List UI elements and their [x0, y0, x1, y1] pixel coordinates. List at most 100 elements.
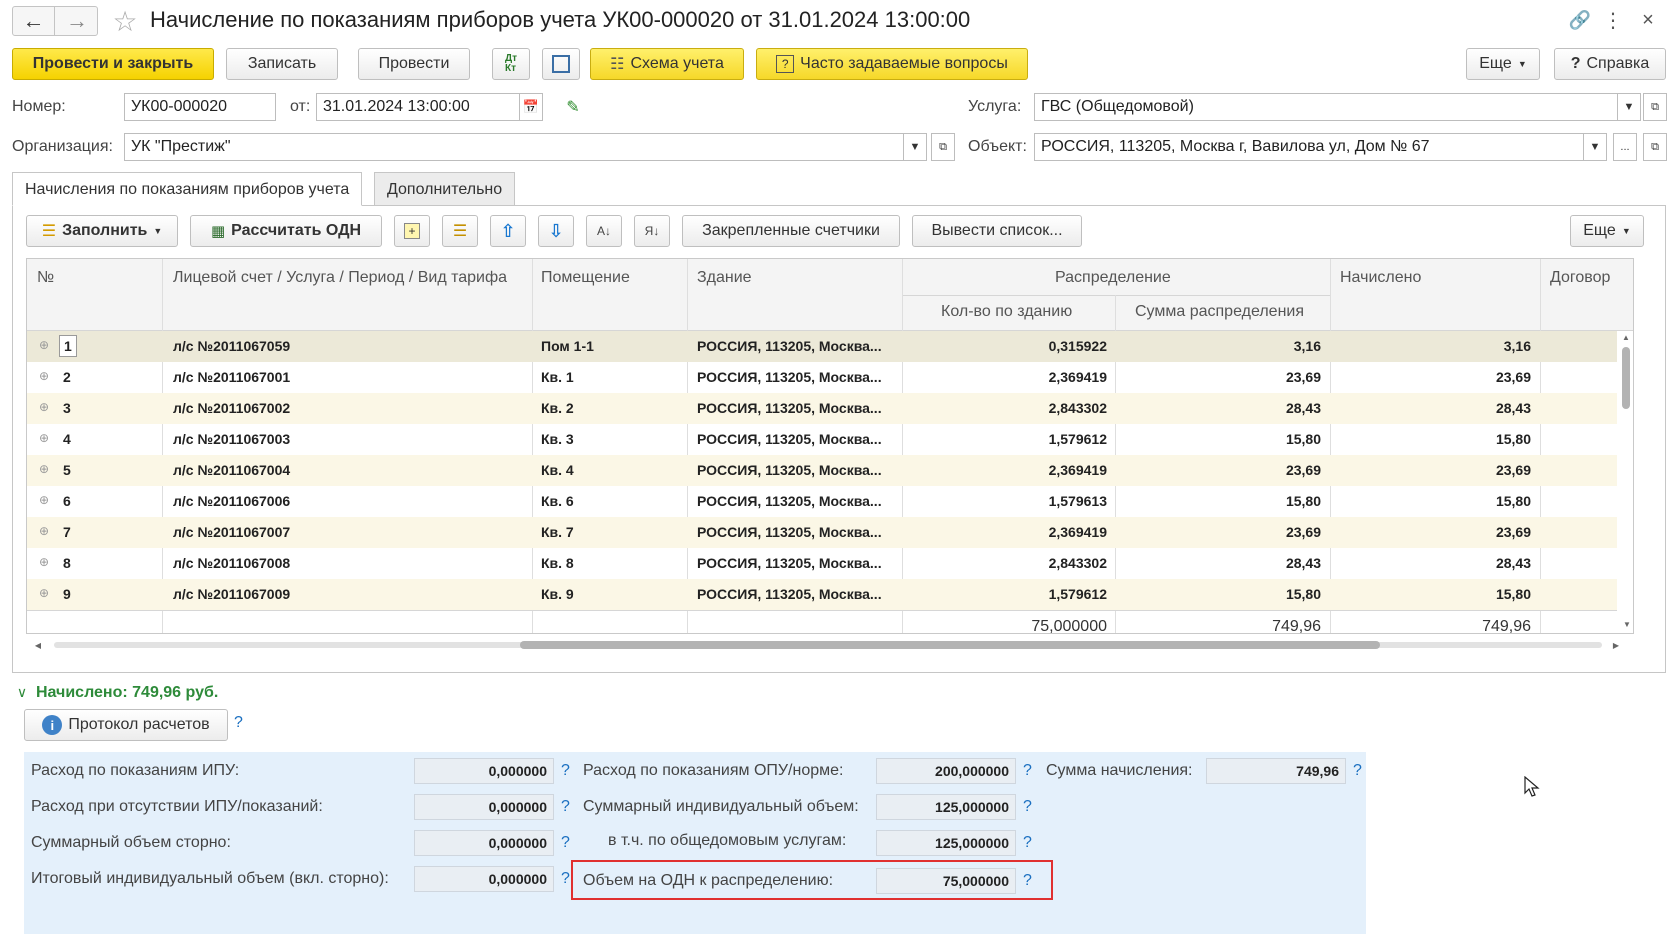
service-open-icon[interactable]: ⧉ — [1643, 93, 1667, 121]
scroll-down-icon[interactable]: ▼ — [1620, 618, 1634, 630]
calendar-icon[interactable]: 📅 — [519, 93, 543, 121]
expand-icon[interactable]: ⊕ — [39, 369, 49, 383]
ipu-help-icon[interactable]: ? — [561, 762, 570, 780]
add-row-button[interactable]: + — [394, 215, 430, 247]
tab-charges[interactable]: Начисления по показаниям приборов учета — [12, 172, 363, 206]
scroll-up-icon[interactable]: ▲ — [1619, 331, 1633, 343]
menu-dots-icon[interactable]: ⋮ — [1603, 8, 1623, 32]
vertical-scrollbar[interactable]: ▲ — [1619, 331, 1633, 611]
table-row[interactable]: ⊕ 1 л/с №2011067059 Пом 1-1 РОССИЯ, 113205, … — [27, 331, 1617, 362]
sort-asc-button[interactable]: А↓ — [586, 215, 622, 247]
sort-desc-button[interactable]: Я↓ — [634, 215, 670, 247]
move-down-button[interactable]: ⇩ — [538, 215, 574, 247]
charged-summary[interactable]: Начислено: 749,96 руб. — [36, 684, 218, 702]
structure-button[interactable] — [542, 48, 580, 80]
sum-ind-help-icon[interactable]: ? — [1023, 798, 1032, 816]
odn-help-icon[interactable]: ? — [1023, 872, 1032, 890]
table-row[interactable]: ⊕ 2 л/с №2011067001 Кв. 1 РОССИЯ, 113205, Мо… — [27, 362, 1617, 393]
expand-icon[interactable]: ⊕ — [39, 462, 49, 476]
post-label: Провести — [378, 55, 450, 72]
opu-help-icon[interactable]: ? — [1023, 762, 1032, 780]
col-qty[interactable]: Кол-во по зданию — [941, 303, 1072, 321]
forward-arrow-icon[interactable]: → — [56, 7, 98, 35]
sum-cell: 28,43 — [1285, 555, 1321, 571]
back-arrow-icon[interactable]: ← — [13, 7, 55, 35]
object-dropdown-icon[interactable]: ▼ — [1583, 133, 1607, 161]
table-row[interactable]: ⊕ 5 л/с №2011067004 Кв. 4 РОССИЯ, 113205, Мо… — [27, 455, 1617, 486]
check-edit-icon[interactable]: ✎ — [562, 96, 584, 118]
number-field[interactable]: УК00-000020 — [124, 93, 276, 121]
total-ind-help-icon[interactable]: ? — [561, 870, 570, 888]
col-building[interactable]: Здание — [697, 269, 752, 287]
table-row[interactable]: ⊕ 7 л/с №2011067007 Кв. 7 РОССИЯ, 113205, Мо… — [27, 517, 1617, 548]
expand-icon[interactable]: ⊕ — [39, 431, 49, 445]
pinned-meters-button[interactable]: Закрепленные счетчики — [682, 215, 900, 247]
collapse-chevron-icon[interactable]: ∨ — [14, 684, 30, 700]
expand-icon[interactable]: ⊕ — [39, 524, 49, 538]
scroll-thumb-vertical[interactable] — [1622, 347, 1630, 409]
expand-icon[interactable]: ⊕ — [39, 555, 49, 569]
date-field[interactable]: 31.01.2024 13:00:00 — [316, 93, 520, 121]
expand-icon[interactable]: ⊕ — [39, 493, 49, 507]
col-room[interactable]: Помещение — [541, 269, 630, 287]
output-list-button[interactable]: Вывести список... — [912, 215, 1082, 247]
no-ipu-help-icon[interactable]: ? — [561, 798, 570, 816]
expand-icon[interactable]: ⊕ — [39, 586, 49, 600]
org-open-icon[interactable]: ⧉ — [931, 133, 955, 161]
charge-sum-help-icon[interactable]: ? — [1353, 762, 1362, 780]
row-number: 6 — [63, 493, 71, 509]
close-icon[interactable]: × — [1636, 8, 1660, 32]
table-row[interactable]: ⊕ 3 л/с №2011067002 Кв. 2 РОССИЯ, 113205, Мо… — [27, 393, 1617, 424]
building-cell: РОССИЯ, 113205, Москва... — [697, 369, 882, 385]
favorite-star-icon[interactable]: ☆ — [110, 6, 140, 37]
table-row[interactable]: ⊕ 9 л/с №2011067009 Кв. 9 РОССИЯ, 113205, Мо… — [27, 579, 1617, 610]
object-select-icon[interactable]: ... — [1613, 133, 1637, 161]
more-button[interactable]: Еще ▼ — [1466, 48, 1540, 80]
sum-cell: 23,69 — [1285, 462, 1321, 478]
scroll-thumb-horizontal[interactable] — [520, 641, 1380, 649]
expand-icon[interactable]: ⊕ — [39, 338, 49, 352]
col-sum[interactable]: Сумма распределения — [1135, 303, 1304, 321]
expand-icon[interactable]: ⊕ — [39, 400, 49, 414]
scroll-right-icon[interactable]: ▶ — [1610, 638, 1622, 652]
grid-more-button[interactable]: Еще ▼ — [1570, 215, 1644, 247]
protocol-button[interactable]: i Протокол расчетов — [24, 709, 228, 741]
number-label: Номер: — [12, 98, 66, 115]
table-row[interactable]: ⊕ 4 л/с №2011067003 Кв. 3 РОССИЯ, 113205, Мо… — [27, 424, 1617, 455]
service-field[interactable]: ГВС (Общедомовой) — [1034, 93, 1618, 121]
col-account[interactable]: Лицевой счет / Услуга / Период / Вид тар… — [173, 269, 507, 287]
table-row[interactable]: ⊕ 8 л/с №2011067008 Кв. 8 РОССИЯ, 113205, Мо… — [27, 548, 1617, 579]
fill-button[interactable]: ☰ Заполнить ▼ — [26, 215, 178, 247]
object-field[interactable]: РОССИЯ, 113205, Москва г, Вавилова ул, Д… — [1034, 133, 1584, 161]
incl-common-help-icon[interactable]: ? — [1023, 834, 1032, 852]
edit-rows-button[interactable]: ☰ — [442, 215, 478, 247]
move-up-button[interactable]: ⇧ — [490, 215, 526, 247]
calc-odn-button[interactable]: ▦ Рассчитать ОДН — [190, 215, 382, 247]
post-button[interactable]: Провести — [358, 48, 470, 80]
building-cell: РОССИЯ, 113205, Москва... — [697, 400, 882, 416]
tab-additional[interactable]: Дополнительно — [374, 172, 516, 206]
faq-button[interactable]: ? Часто задаваемые вопросы — [756, 48, 1028, 80]
help-button[interactable]: ? Справка — [1554, 48, 1666, 80]
save-button[interactable]: Записать — [226, 48, 338, 80]
storno-help-icon[interactable]: ? — [561, 834, 570, 852]
account-scheme-button[interactable]: ☷ Схема учета — [590, 48, 744, 80]
dt-kt-button[interactable]: Дт Кт — [492, 48, 530, 80]
charges-table[interactable]: № Лицевой счет / Услуга / Период / Вид т… — [26, 258, 1634, 634]
col-contract[interactable]: Договор — [1550, 269, 1610, 287]
col-num[interactable]: № — [37, 269, 54, 287]
object-open-icon[interactable]: ⧉ — [1643, 133, 1667, 161]
service-dropdown-icon[interactable]: ▼ — [1617, 93, 1641, 121]
col-charged[interactable]: Начислено — [1340, 269, 1421, 287]
post-and-close-button[interactable]: Провести и закрыть — [12, 48, 214, 80]
horizontal-scrollbar[interactable]: ◀ ▶ — [26, 638, 1634, 652]
grid-more-dropdown-icon: ▼ — [1621, 226, 1631, 236]
link-icon[interactable]: 🔗 — [1568, 8, 1592, 32]
org-dropdown-icon[interactable]: ▼ — [903, 133, 927, 161]
organization-field[interactable]: УК "Престиж" — [124, 133, 904, 161]
table-row[interactable]: ⊕ 6 л/с №2011067006 Кв. 6 РОССИЯ, 113205, Мо… — [27, 486, 1617, 517]
totals-row — [27, 610, 1617, 611]
scroll-left-icon[interactable]: ◀ — [32, 638, 44, 652]
protocol-help-icon[interactable]: ? — [234, 714, 243, 732]
post-and-close-label: Провести и закрыть — [32, 55, 194, 72]
